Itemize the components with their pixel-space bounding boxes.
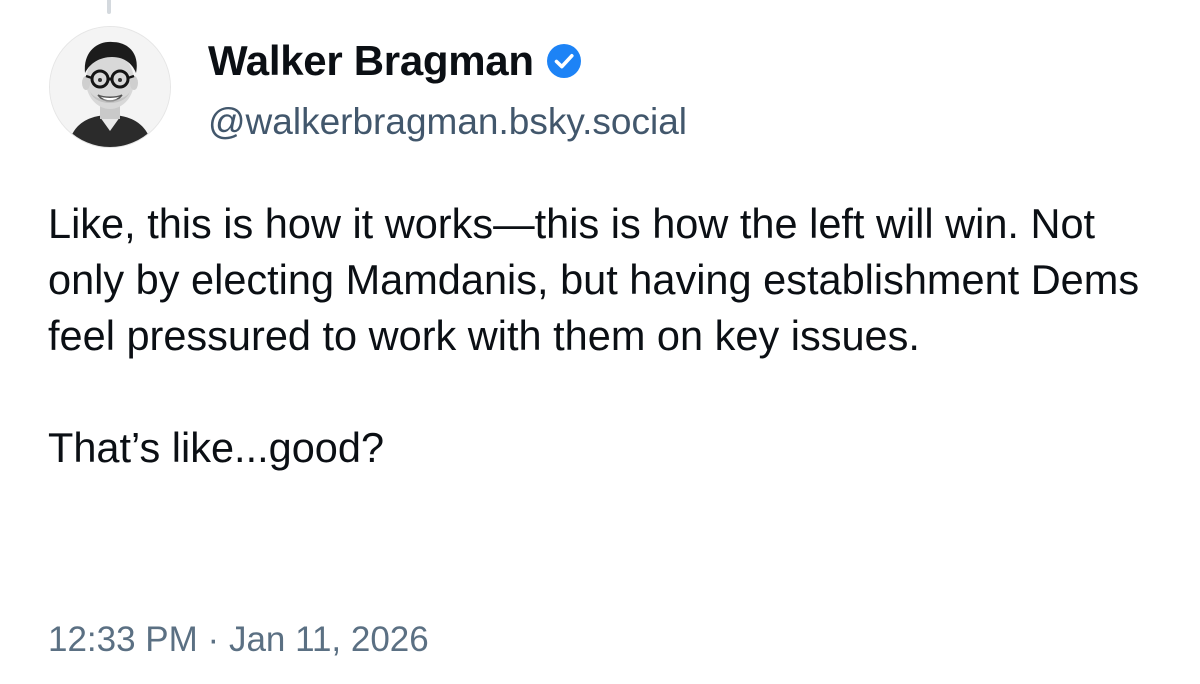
thread-connector-line <box>107 0 111 14</box>
post-paragraph: Like, this is how it works—this is how t… <box>48 200 1151 359</box>
avatar[interactable] <box>49 26 171 148</box>
post-date: Jan 11, 2026 <box>228 620 429 659</box>
post-time: 12:33 PM <box>48 620 198 659</box>
post-timestamp[interactable]: 12:33 PM · Jan 11, 2026 <box>48 618 429 662</box>
avatar-photo <box>50 27 170 147</box>
verified-check-icon[interactable] <box>546 43 582 79</box>
timestamp-separator: · <box>207 620 220 659</box>
author-name-row: Walker Bragman <box>208 38 582 84</box>
post-paragraph: That’s like...good? <box>48 424 385 471</box>
author-display-name[interactable]: Walker Bragman <box>208 38 534 84</box>
author-handle[interactable]: @walkerbragman.bsky.social <box>208 100 687 144</box>
post-body: Like, this is how it works—this is how t… <box>48 196 1158 476</box>
